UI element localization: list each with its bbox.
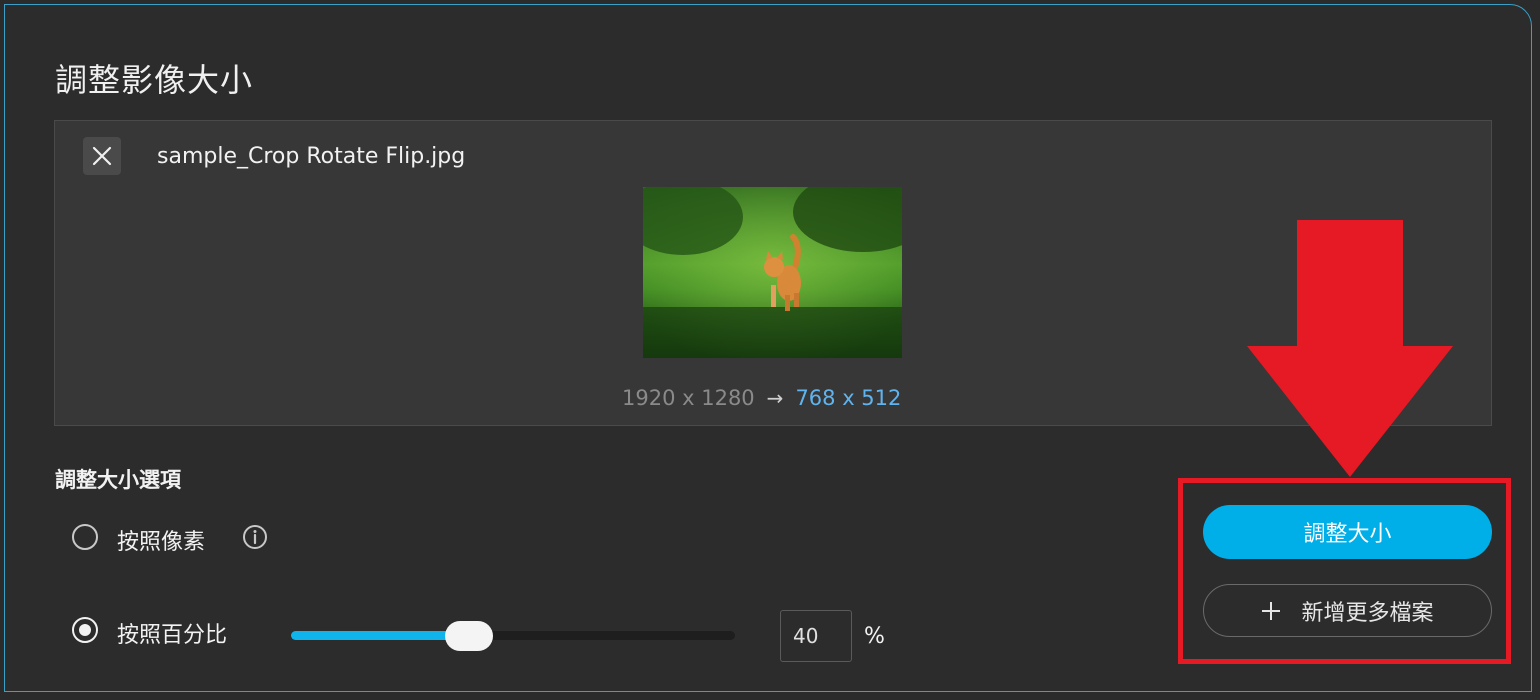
- new-size: 768 x 512: [795, 386, 902, 410]
- image-thumbnail: [643, 187, 902, 358]
- percent-input[interactable]: [780, 610, 852, 662]
- remove-file-button[interactable]: [83, 137, 121, 175]
- by-percent-label[interactable]: 按照百分比: [117, 617, 227, 649]
- percent-slider-thumb[interactable]: [444, 621, 493, 651]
- percent-slider-track[interactable]: [291, 631, 735, 640]
- original-size: 1920 x 1280: [622, 386, 755, 410]
- by-pixel-radio[interactable]: [72, 524, 98, 550]
- dialog-title: 調整影像大小: [55, 61, 254, 99]
- info-icon[interactable]: [242, 524, 268, 550]
- annotation-arrow-down-icon: [1247, 220, 1453, 477]
- annotation-highlight-box: [1178, 478, 1511, 664]
- percent-sign: %: [864, 624, 885, 649]
- by-pixel-label[interactable]: 按照像素: [117, 524, 205, 556]
- arrow-right-icon: →: [766, 386, 784, 410]
- size-summary: 1920 x 1280 → 768 x 512: [622, 384, 901, 412]
- close-icon: [92, 146, 112, 166]
- file-name: sample_Crop Rotate Flip.jpg: [157, 144, 466, 169]
- by-percent-radio[interactable]: [72, 617, 98, 643]
- percent-slider-fill: [291, 631, 469, 640]
- resize-options-heading: 調整大小選項: [55, 468, 181, 492]
